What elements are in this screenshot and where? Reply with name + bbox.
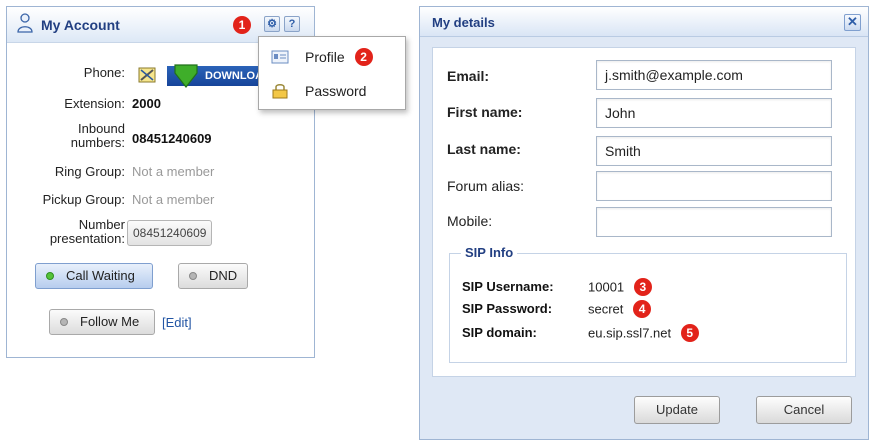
menu-item-profile[interactable]: Profile 2 bbox=[259, 41, 405, 73]
extension-label: Extension: bbox=[64, 96, 125, 111]
download-arrow-icon bbox=[174, 64, 198, 88]
status-dot-icon bbox=[189, 272, 197, 280]
phone-label: Phone: bbox=[83, 65, 125, 80]
number-presentation-label: Number presentation: bbox=[50, 218, 125, 246]
sip-password-value: secret 4 bbox=[588, 300, 652, 319]
user-icon bbox=[17, 13, 33, 33]
inbound-numbers-value: 08451240609 bbox=[132, 131, 212, 146]
dnd-toggle[interactable]: DND bbox=[178, 263, 248, 289]
sip-password-text: secret bbox=[588, 301, 624, 317]
callout-badge-4: 4 bbox=[633, 300, 652, 318]
mobile-label: Mobile: bbox=[447, 213, 493, 229]
lock-icon bbox=[272, 84, 288, 99]
edit-follow-me-link[interactable]: [Edit] bbox=[162, 315, 192, 330]
menu-item-password[interactable]: Password bbox=[259, 75, 405, 107]
extension-value: 2000 bbox=[132, 96, 161, 111]
profile-label: Profile bbox=[305, 49, 345, 65]
sip-domain-label: SIP domain: bbox=[462, 325, 537, 340]
email-field[interactable]: j.smith@example.com bbox=[596, 60, 832, 90]
account-panel-title: My Account bbox=[41, 17, 120, 33]
menu-item-password-label: Password bbox=[305, 83, 367, 99]
update-button[interactable]: Update bbox=[634, 396, 720, 424]
close-icon[interactable]: ✕ bbox=[844, 14, 861, 31]
help-button[interactable]: ? bbox=[284, 16, 300, 32]
inbound-label-line1: Inbound bbox=[78, 121, 125, 136]
dialog-header: My details ✕ bbox=[420, 7, 868, 37]
callout-badge-1: 1 bbox=[233, 16, 251, 34]
mobile-field[interactable] bbox=[596, 207, 832, 237]
call-waiting-toggle[interactable]: Call Waiting bbox=[35, 263, 153, 289]
profile-card-icon bbox=[271, 50, 289, 64]
sip-info-legend: SIP Info bbox=[461, 245, 518, 260]
settings-gear-button[interactable]: ⚙ bbox=[264, 16, 280, 32]
callout-badge-3: 3 bbox=[633, 278, 652, 296]
dialog-body: Email: j.smith@example.com First name: J… bbox=[432, 47, 856, 377]
last-name-field[interactable]: Smith bbox=[596, 136, 832, 166]
sip-username-label: SIP Username: bbox=[462, 279, 554, 294]
pickup-group-label: Pickup Group: bbox=[42, 192, 125, 207]
menu-item-profile-label: Profile 2 bbox=[305, 48, 373, 67]
phone-config-icon bbox=[138, 67, 156, 83]
follow-me-toggle[interactable]: Follow Me bbox=[49, 309, 155, 335]
ring-group-label: Ring Group: bbox=[54, 164, 125, 179]
number-presentation-select[interactable]: 08451240609 bbox=[127, 220, 213, 246]
inbound-label-line2: numbers: bbox=[70, 135, 125, 150]
sip-username-value: 10001 3 bbox=[588, 278, 652, 297]
settings-dropdown-menu: Profile 2 Password bbox=[258, 36, 406, 110]
download-label: DOWNLOAD bbox=[205, 70, 265, 82]
sip-domain-value: eu.sip.ssl7.net 5 bbox=[588, 324, 699, 343]
callout-badge-5: 5 bbox=[680, 324, 699, 342]
call-waiting-label: Call Waiting bbox=[66, 268, 135, 283]
first-name-label: First name: bbox=[447, 104, 523, 120]
email-label: Email: bbox=[447, 68, 490, 84]
callout-badge-2: 2 bbox=[354, 48, 373, 67]
forum-alias-label: Forum alias: bbox=[447, 178, 525, 194]
status-dot-icon bbox=[60, 318, 68, 326]
dialog-title: My details bbox=[432, 15, 495, 30]
pickup-group-value: Not a member bbox=[132, 192, 215, 207]
inbound-numbers-label: Inbound numbers: bbox=[71, 122, 125, 150]
sip-domain-text: eu.sip.ssl7.net bbox=[588, 325, 672, 341]
ring-group-value: Not a member bbox=[132, 164, 215, 179]
number-presentation-line1: Number bbox=[78, 217, 125, 232]
forum-alias-field[interactable] bbox=[596, 171, 832, 201]
sip-username-text: 10001 bbox=[588, 279, 625, 295]
first-name-field[interactable]: John bbox=[596, 98, 832, 128]
sip-password-label: SIP Password: bbox=[462, 301, 553, 316]
status-dot-icon bbox=[46, 272, 54, 280]
dnd-label: DND bbox=[209, 268, 238, 283]
my-details-dialog: My details ✕ Email: j.smith@example.com … bbox=[419, 6, 869, 440]
last-name-label: Last name: bbox=[447, 141, 521, 157]
follow-me-label: Follow Me bbox=[80, 314, 140, 329]
cancel-button[interactable]: Cancel bbox=[756, 396, 852, 424]
number-presentation-line2: presentation: bbox=[49, 231, 125, 246]
